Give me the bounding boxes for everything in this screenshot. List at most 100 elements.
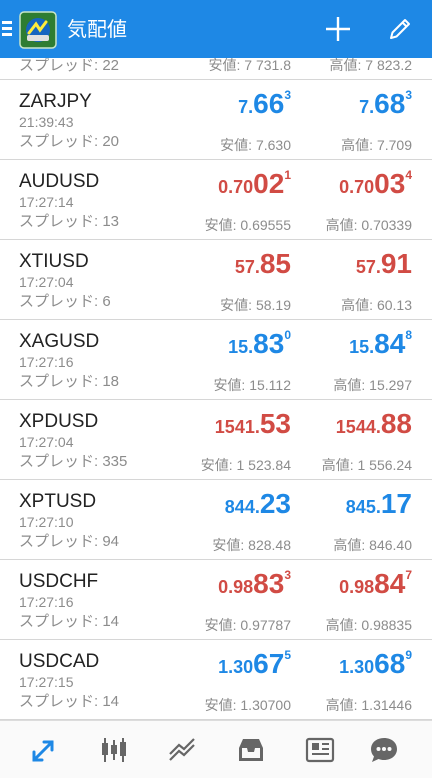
price-fraction: 8 <box>405 328 412 342</box>
price-prefix: 844. <box>224 497 260 517</box>
spread-label: スプレッド: 20 <box>19 133 120 150</box>
spread-label: スプレッド: 18 <box>19 373 120 390</box>
spread-label: スプレッド: 94 <box>19 533 120 550</box>
bid-price[interactable]: 7.663 <box>238 88 291 120</box>
high-label: 高値: 1 556.24 <box>321 457 412 473</box>
pencil-icon[interactable] <box>386 15 414 43</box>
price-pips: 17 <box>380 488 412 519</box>
history-icon[interactable] <box>235 734 267 766</box>
quotes-list[interactable]: スプレッド: 22 安値: 7 731.8 高値: 7 823.2 ZARJPY… <box>0 58 432 720</box>
list-item[interactable]: AUDUSD 17:27:14 スプレッド: 13 0.70021 0.70034 安値:… <box>0 160 432 240</box>
price-prefix: 1.30 <box>339 657 375 677</box>
bid-price[interactable]: 0.70021 <box>218 168 291 200</box>
price-prefix: 1541. <box>214 417 260 437</box>
time-label: 17:27:10 <box>19 514 74 530</box>
price-prefix: 1.30 <box>218 657 254 677</box>
ask-price[interactable]: 0.98847 <box>339 568 412 600</box>
price-pips: 68 <box>374 648 406 679</box>
time-label: 17:27:04 <box>19 434 74 450</box>
symbol-label: AUDUSD <box>19 171 100 192</box>
ask-price[interactable]: 15.848 <box>349 328 412 360</box>
low-label: 安値: 7 731.8 <box>208 58 292 73</box>
ask-price[interactable]: 1.30689 <box>339 648 412 680</box>
price-prefix: 0.98 <box>218 577 254 597</box>
ask-price[interactable]: 1544.88 <box>336 408 412 440</box>
price-fraction: 3 <box>284 88 291 102</box>
symbol-label: USDCHF <box>19 571 99 592</box>
list-item[interactable]: XPDUSD 17:27:04 スプレッド: 335 1541.53 1544.88 安値… <box>0 400 432 480</box>
high-label: 高値: 0.70339 <box>325 217 412 233</box>
spread-label: スプレッド: 6 <box>19 293 111 310</box>
price-pips: 23 <box>259 488 291 519</box>
menu-icon[interactable] <box>2 21 12 37</box>
bid-price[interactable]: 57.85 <box>235 248 291 280</box>
high-label: 高値: 7.709 <box>341 137 412 153</box>
price-pips: 83 <box>253 328 285 359</box>
news-icon[interactable] <box>304 734 336 766</box>
low-label: 安値: 7.630 <box>220 137 291 153</box>
symbol-label: XPTUSD <box>19 491 97 512</box>
list-item[interactable]: XAGUSD 17:27:16 スプレッド: 18 15.830 15.848 安値: 1… <box>0 320 432 400</box>
spread-label: スプレッド: 14 <box>19 693 120 710</box>
time-label: 21:39:43 <box>19 114 74 130</box>
list-item[interactable]: XPTUSD 17:27:10 スプレッド: 94 844.23 845.17 安値: 8… <box>0 480 432 560</box>
price-prefix: 57. <box>355 257 381 277</box>
symbol-label: ZARJPY <box>19 91 92 112</box>
spread-label: スプレッド: 335 <box>19 453 128 470</box>
low-label: 安値: 0.69555 <box>204 217 291 233</box>
price-fraction: 5 <box>284 648 291 662</box>
price-prefix: 845. <box>345 497 381 517</box>
bid-price[interactable]: 0.98833 <box>218 568 291 600</box>
low-label: 安値: 0.97787 <box>204 617 291 633</box>
ask-price[interactable]: 0.70034 <box>339 168 412 200</box>
high-label: 高値: 846.40 <box>333 537 412 553</box>
price-pips: 03 <box>374 168 406 199</box>
ask-price[interactable]: 57.91 <box>356 248 412 280</box>
price-fraction: 1 <box>284 168 291 182</box>
low-label: 安値: 15.112 <box>213 377 291 393</box>
high-label: 高値: 0.98835 <box>325 617 412 633</box>
price-pips: 84 <box>374 568 406 599</box>
spread-label: スプレッド: 22 <box>19 58 120 74</box>
list-item[interactable]: XTIUSD 17:27:04 スプレッド: 6 57.85 57.91 安値: 58.1… <box>0 240 432 320</box>
low-label: 安値: 58.19 <box>220 297 291 313</box>
price-pips: 91 <box>380 248 412 279</box>
price-pips: 67 <box>253 648 285 679</box>
price-pips: 53 <box>259 408 291 439</box>
high-label: 高値: 15.297 <box>333 377 412 393</box>
price-pips: 02 <box>253 168 285 199</box>
symbol-label: XAGUSD <box>19 331 100 352</box>
ask-price[interactable]: 845.17 <box>346 488 412 520</box>
price-fraction: 4 <box>405 168 412 182</box>
time-label: 17:27:04 <box>19 274 74 290</box>
bid-price[interactable]: 844.23 <box>225 488 291 520</box>
high-label: 高値: 7 823.2 <box>329 58 413 73</box>
bid-price[interactable]: 1541.53 <box>215 408 291 440</box>
list-item[interactable]: ZARJPY 21:39:43 スプレッド: 20 7.663 7.683 安値: 7.6… <box>0 80 432 160</box>
price-prefix: 15. <box>349 337 375 357</box>
chart-icon[interactable] <box>98 734 130 766</box>
metatrader-logo[interactable] <box>19 11 57 49</box>
list-item[interactable]: USDCHF 17:27:16 スプレッド: 14 0.98833 0.98847 安値:… <box>0 560 432 640</box>
price-pips: 88 <box>380 408 412 439</box>
bid-price[interactable]: 15.830 <box>228 328 291 360</box>
low-label: 安値: 1.30700 <box>204 697 291 713</box>
symbol-label: XPDUSD <box>19 411 99 432</box>
list-item[interactable]: スプレッド: 22 安値: 7 731.8 高値: 7 823.2 <box>0 58 432 80</box>
quotes-icon[interactable] <box>28 734 60 766</box>
trade-icon[interactable] <box>166 734 198 766</box>
time-label: 17:27:15 <box>19 674 74 690</box>
bid-price[interactable]: 1.30675 <box>218 648 291 680</box>
price-prefix: 0.98 <box>339 577 375 597</box>
price-prefix: 57. <box>234 257 260 277</box>
price-pips: 84 <box>374 328 406 359</box>
plus-icon[interactable] <box>324 15 352 43</box>
price-fraction: 9 <box>405 648 412 662</box>
low-label: 安値: 1 523.84 <box>200 457 291 473</box>
chat-icon[interactable] <box>368 734 400 766</box>
ask-price[interactable]: 7.683 <box>359 88 412 120</box>
list-item[interactable]: USDCAD 17:27:15 スプレッド: 14 1.30675 1.30689 安値:… <box>0 640 432 720</box>
price-prefix: 7. <box>238 97 254 117</box>
app-bar: 気配値 <box>0 0 432 58</box>
symbol-label: USDCAD <box>19 651 100 672</box>
